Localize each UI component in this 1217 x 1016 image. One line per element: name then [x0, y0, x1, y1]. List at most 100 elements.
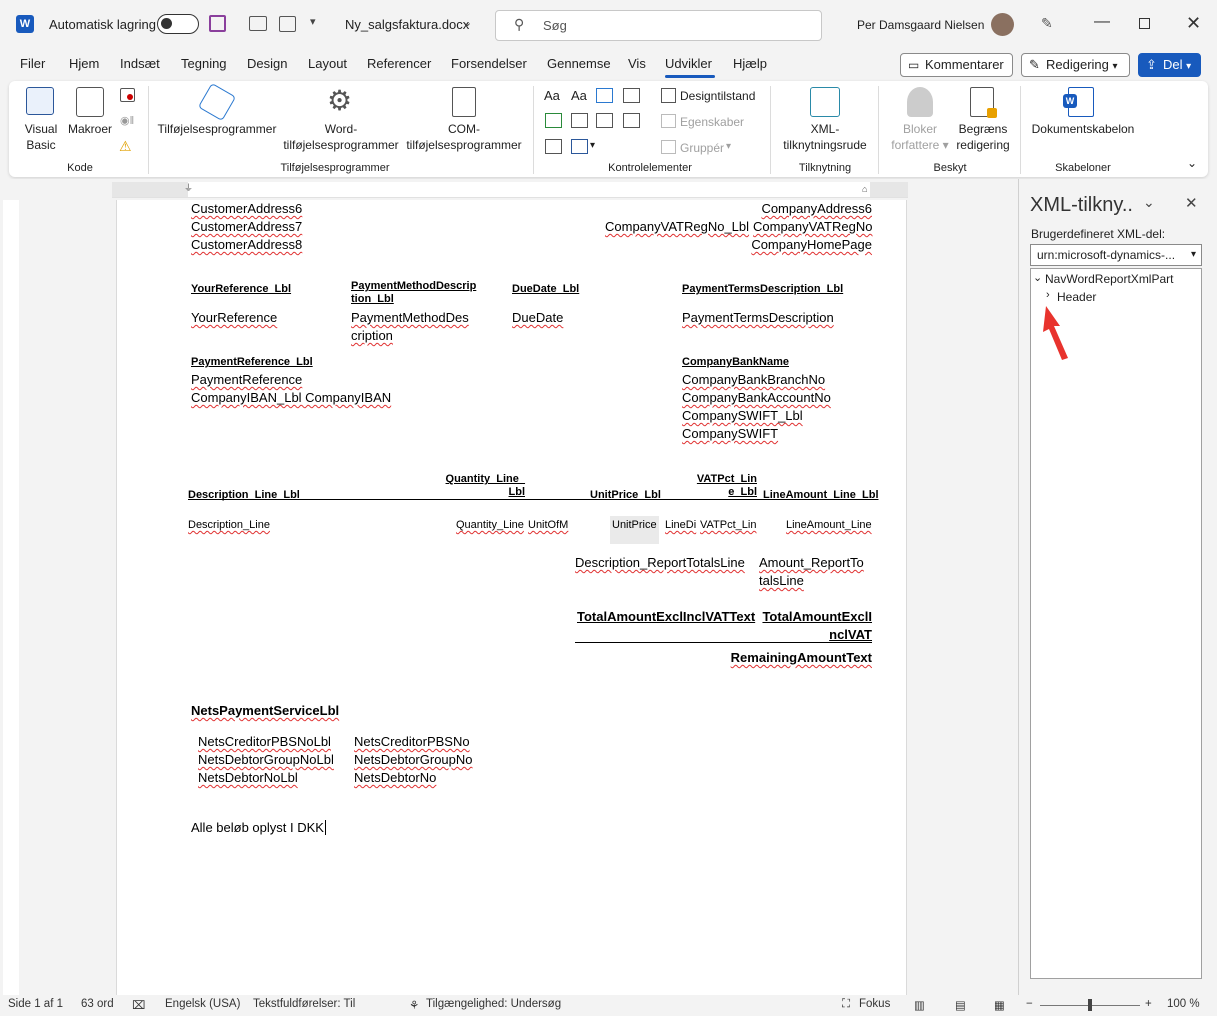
read-mode-icon[interactable]: ▥ [914, 998, 925, 1012]
picture-control-icon[interactable] [596, 88, 613, 103]
field-paymethod[interactable]: PaymentMethodDes cription [351, 309, 469, 345]
zoom-slider-thumb[interactable] [1088, 999, 1092, 1011]
cell-description[interactable]: Description_Line [188, 516, 270, 534]
mail-icon[interactable] [249, 16, 267, 31]
column-header-description[interactable]: Description_Line_Lbl [188, 486, 300, 504]
field-nets-label[interactable]: NetsPaymentServiceLbl [191, 702, 339, 720]
field-remaining-amount[interactable]: RemainingAmountText [672, 649, 872, 667]
save-icon[interactable] [209, 15, 226, 32]
field-swift[interactable]: CompanySWIFT [682, 425, 778, 443]
field-nets-group[interactable]: NetsDebtorGroupNo [354, 751, 473, 769]
field-nets-debtor[interactable]: NetsDebtorNo [354, 769, 436, 787]
field-vat[interactable]: CompanyVATRegNo [753, 218, 872, 236]
pause-recording-icon[interactable]: ◉ǁ [120, 114, 134, 127]
com-addins-icon[interactable] [452, 87, 476, 117]
accessibility-icon[interactable]: ⚘ [409, 998, 419, 1012]
document-template-icon[interactable]: W [1063, 87, 1094, 117]
user-name[interactable]: Per Damsgaard Nielsen [857, 18, 984, 32]
field-yourref-label[interactable]: YourReference_Lbl [191, 280, 291, 298]
status-page[interactable]: Side 1 af 1 [8, 998, 63, 1010]
tab-hjem[interactable]: Hjem [69, 56, 99, 71]
design-mode-button[interactable]: Designtilstand [680, 89, 755, 103]
comments-button[interactable]: ▭ Kommentarer [900, 53, 1013, 77]
tab-indsaet[interactable]: Indsæt [120, 56, 160, 71]
visual-basic-button[interactable]: Visual Basic [20, 121, 62, 153]
field-payref-label[interactable]: PaymentReference_Lbl [191, 356, 313, 369]
document-template-button[interactable]: Dokumentskabelon [1028, 121, 1138, 137]
autosave-toggle[interactable] [157, 14, 199, 34]
footer-note[interactable]: Alle beløb oplyst I DKK [191, 819, 330, 837]
zoom-in-icon[interactable]: + [1145, 998, 1152, 1010]
field-total-excl-text[interactable]: TotalAmountExclInclVATText [577, 608, 755, 626]
design-mode-icon[interactable] [661, 88, 676, 103]
field-payterms[interactable]: PaymentTermsDescription [682, 309, 834, 327]
visual-basic-icon[interactable] [26, 87, 54, 115]
status-language[interactable]: Engelsk (USA) [165, 998, 240, 1010]
chevron-down-icon[interactable]: ▾ [590, 140, 595, 151]
restrict-editing-button[interactable]: Begræns redigering [953, 121, 1013, 153]
com-addins-button[interactable]: COM-tilføjelsesprogrammer [404, 121, 524, 153]
gear-icon[interactable]: ⚙ [327, 86, 352, 116]
status-words[interactable]: 63 ord [81, 998, 114, 1010]
maximize-icon[interactable] [1139, 18, 1150, 29]
customize-qat-icon[interactable]: ▾ [310, 15, 316, 28]
cell-unit-of-measure[interactable]: UnitOfM [528, 516, 568, 534]
minimize-icon[interactable]: — [1094, 13, 1110, 31]
tab-gennemse[interactable]: Gennemse [547, 56, 611, 71]
pane-close-icon[interactable]: ✕ [1185, 194, 1198, 212]
xml-mapping-pane-button[interactable]: XML-tilknytningsrude [775, 121, 875, 153]
document-page[interactable]: CustomerAddress6 CustomerAddress7 Custom… [116, 200, 907, 995]
field-nets-creditor-label[interactable]: NetsCreditorPBSNoLbl [198, 733, 331, 751]
field-customer-address7[interactable]: CustomerAddress7 [191, 218, 302, 236]
custom-xml-part-select[interactable]: urn:microsoft-dynamics-... ▾ [1030, 244, 1202, 266]
field-iban[interactable]: CompanyIBAN_Lbl CompanyIBAN [191, 389, 391, 407]
expanded-chevron-icon[interactable]: ⌄ [1033, 271, 1042, 284]
macro-security-icon[interactable]: ⚠ [119, 138, 132, 155]
tab-filer[interactable]: Filer [20, 56, 45, 71]
tab-tegning[interactable]: Tegning [181, 56, 227, 71]
field-company-address6[interactable]: CompanyAddress6 [672, 200, 872, 218]
addins-button[interactable]: Tilføjelsesprogrammer [157, 121, 277, 137]
cell-unitprice[interactable]: UnitPrice [610, 516, 659, 544]
tab-udvikler[interactable]: Udvikler [665, 56, 712, 71]
designer-pen-icon[interactable]: ✎ [1041, 15, 1053, 32]
field-nets-creditor[interactable]: NetsCreditorPBSNo [354, 733, 470, 751]
field-bankaccount[interactable]: CompanyBankAccountNo [682, 389, 831, 407]
combo-box-control-icon[interactable] [571, 113, 588, 128]
web-layout-icon[interactable]: ▦ [994, 998, 1005, 1012]
cell-line-discount[interactable]: LineDi [665, 516, 696, 534]
collapse-ribbon-icon[interactable]: ⌄ [1187, 156, 1197, 170]
status-focus[interactable]: Fokus [859, 998, 890, 1010]
search-box[interactable]: ⚲ Søg [495, 10, 822, 41]
close-window-icon[interactable]: ✕ [1186, 13, 1201, 34]
collapsed-chevron-icon[interactable]: › [1046, 289, 1050, 301]
macros-icon[interactable] [76, 87, 104, 117]
status-accessibility[interactable]: Tilgængelighed: Undersøg [426, 998, 561, 1010]
tab-referencer[interactable]: Referencer [367, 56, 431, 71]
building-block-control-icon[interactable] [623, 88, 640, 103]
xml-tree[interactable]: ⌄ NavWordReportXmlPart › Header [1030, 268, 1202, 979]
print-preview-icon[interactable] [279, 16, 296, 32]
column-header-quantity[interactable]: Quantity_Line_ Lbl [437, 473, 525, 499]
field-nets-debtor-label[interactable]: NetsDebtorNoLbl [198, 769, 298, 787]
field-customer-address8[interactable]: CustomerAddress8 [191, 236, 302, 254]
chevron-down-icon[interactable]: ⌄ [463, 16, 472, 29]
focus-icon[interactable]: ⛶ [842, 998, 850, 1011]
avatar[interactable] [991, 13, 1014, 36]
xml-pane-icon[interactable] [810, 87, 840, 117]
legacy-tools-icon[interactable] [571, 139, 588, 154]
field-paymethod-label[interactable]: PaymentMethodDescrip tion_Lbl [351, 280, 476, 306]
field-payref[interactable]: PaymentReference [191, 371, 302, 389]
column-header-unitprice[interactable]: UnitPrice_Lbl [590, 486, 661, 504]
tree-node-root[interactable]: NavWordReportXmlPart [1045, 272, 1173, 286]
field-bankbranch[interactable]: CompanyBankBranchNo [682, 371, 825, 389]
field-homepage[interactable]: CompanyHomePage [672, 236, 872, 254]
field-totals-amount[interactable]: Amount_ReportTo talsLine [759, 554, 864, 590]
dropdown-control-icon[interactable] [596, 113, 613, 128]
cell-vat[interactable]: VATPct_Lin [700, 516, 756, 534]
tab-hjaelp[interactable]: Hjælp [733, 56, 767, 71]
field-customer-address6[interactable]: CustomerAddress6 [191, 200, 302, 218]
checkbox-control-icon[interactable] [545, 113, 562, 128]
print-layout-icon[interactable]: ▤ [955, 998, 966, 1012]
right-indent-marker-icon[interactable]: ⌂ [862, 184, 867, 194]
